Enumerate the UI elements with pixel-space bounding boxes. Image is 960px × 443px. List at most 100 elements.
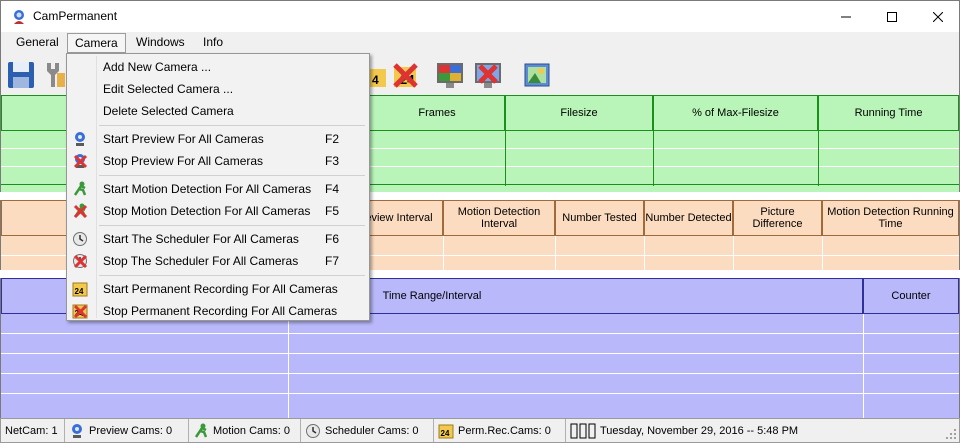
table-row[interactable] (1, 334, 959, 354)
table-row[interactable] (1, 354, 959, 374)
preview-start-icon (75, 132, 85, 146)
scheduler-start-icon (73, 232, 87, 246)
column-divider (653, 131, 654, 186)
column-divider (443, 236, 444, 270)
status-scheduler: Scheduler Cams: 0 (301, 419, 434, 442)
menu-shortcut: F3 (325, 154, 340, 168)
menu-windows[interactable]: Windows (129, 33, 192, 53)
column-number-tested[interactable]: Number Tested (555, 200, 644, 236)
status-preview: Preview Cams: 0 (65, 419, 189, 442)
menu-start-preview[interactable]: Start Preview For All Cameras F2 (67, 128, 369, 150)
menu-stop-recording[interactable]: 24 Stop Permanent Recording For All Came… (67, 300, 369, 322)
column-number-detected[interactable]: Number Detected (644, 200, 733, 236)
status-scheduler-text: Scheduler Cams: 0 (325, 424, 419, 437)
column-divider (818, 131, 819, 186)
column-divider (733, 236, 734, 270)
column-picture-difference[interactable]: Picture Difference (733, 200, 822, 236)
menu-label: Start The Scheduler For All Cameras (103, 232, 299, 246)
menu-separator (99, 125, 365, 126)
monitor-close-icon[interactable] (472, 59, 504, 91)
menu-label: Stop Motion Detection For All Cameras (103, 204, 311, 218)
menu-label: Add New Camera ... (103, 60, 212, 74)
status-motion: Motion Cams: 0 (189, 419, 301, 442)
status-netcam: NetCam: 1 (1, 419, 65, 442)
status-permrec-text: Perm.Rec.Cams: 0 (458, 424, 551, 437)
settings-wrench-icon[interactable] (41, 59, 65, 91)
picture-viewer-icon[interactable] (521, 59, 553, 91)
table-row[interactable] (1, 394, 959, 418)
column-divider (288, 314, 289, 418)
menu-start-scheduler[interactable]: Start The Scheduler For All Cameras F6 (67, 228, 369, 250)
menu-label: Start Preview For All Cameras (103, 132, 264, 146)
menu-shortcut: F6 (325, 232, 340, 246)
monitor-grid-icon[interactable] (434, 59, 466, 91)
menu-shortcut: F2 (325, 132, 340, 146)
resize-grip-icon[interactable] (945, 428, 957, 440)
menu-stop-scheduler[interactable]: Stop The Scheduler For All Cameras F7 (67, 250, 369, 272)
scheduler-stop-icon (73, 254, 88, 269)
column-max-filesize[interactable]: % of Max-Filesize (653, 95, 818, 131)
webcam-icon (72, 423, 82, 438)
status-datetime-text: Tuesday, November 29, 2016 -- 5:48 PM (600, 424, 799, 437)
minimize-icon (841, 16, 851, 17)
table-row[interactable] (1, 374, 959, 394)
menu-delete-camera[interactable]: Delete Selected Camera (67, 100, 369, 122)
recording-24-icon: 24 (438, 424, 454, 438)
motion-runner-icon (194, 423, 208, 438)
column-divider (822, 236, 823, 270)
status-motion-text: Motion Cams: 0 (213, 424, 291, 437)
menu-separator (99, 225, 365, 226)
menu-shortcut: F4 (325, 182, 340, 196)
app-webcam-icon (14, 10, 24, 24)
column-divider (505, 131, 506, 186)
camera-menu-dropdown: Add New Camera ... Edit Selected Camera … (66, 53, 370, 321)
recording-start-icon: 24 (72, 282, 88, 297)
column-divider (644, 236, 645, 270)
close-icon (933, 11, 943, 22)
column-counter[interactable]: Counter (863, 278, 959, 314)
menu-stop-motion[interactable]: Stop Motion Detection For All Cameras F5 (67, 200, 369, 222)
menu-label: Start Permanent Recording For All Camera… (103, 282, 338, 296)
svg-text:24: 24 (441, 429, 450, 438)
column-divider (555, 236, 556, 270)
menu-label: Stop Preview For All Cameras (103, 154, 264, 168)
save-icon[interactable] (5, 59, 37, 91)
svg-text:24: 24 (75, 287, 84, 296)
clock-icon (306, 423, 320, 438)
menu-label: Stop Permanent Recording For All Cameras (103, 304, 338, 318)
panel-separator-icon (570, 423, 596, 438)
menu-add-camera[interactable]: Add New Camera ... (67, 56, 369, 78)
window-title: CamPermanent (33, 9, 118, 23)
close-button[interactable] (915, 1, 960, 32)
column-filesize[interactable]: Filesize (505, 95, 653, 131)
title-bar: CamPermanent (0, 0, 960, 32)
menu-label: Stop The Scheduler For All Cameras (103, 254, 299, 268)
svg-text:4: 4 (372, 73, 379, 87)
status-datetime: Tuesday, November 29, 2016 -- 5:48 PM (566, 419, 816, 442)
menu-stop-preview[interactable]: Stop Preview For All Cameras F3 (67, 150, 369, 172)
menu-edit-camera[interactable]: Edit Selected Camera ... (67, 78, 369, 100)
column-motion-interval[interactable]: Motion Detection Interval (443, 200, 555, 236)
menu-shortcut: F5 (325, 204, 340, 218)
recording-stop-icon: 24 (72, 304, 88, 319)
menu-separator (99, 275, 365, 276)
menu-general[interactable]: General (9, 33, 66, 53)
motion-start-icon (73, 181, 87, 196)
recording-partial-icon[interactable]: 4 (368, 59, 388, 91)
maximize-button[interactable] (869, 1, 915, 32)
status-bar: NetCam: 1 Preview Cams: 0 Motion Cams: 0… (0, 418, 960, 443)
menu-info[interactable]: Info (196, 33, 230, 53)
menu-label: Edit Selected Camera ... (103, 82, 234, 96)
menu-label: Start Motion Detection For All Cameras (103, 182, 312, 196)
stop-recording-icon[interactable]: 24 (390, 59, 422, 91)
menu-camera[interactable]: Camera (67, 33, 126, 53)
minimize-button[interactable] (823, 1, 869, 32)
menu-start-recording[interactable]: 24 Start Permanent Recording For All Cam… (67, 278, 369, 300)
menu-start-motion[interactable]: Start Motion Detection For All Cameras F… (67, 178, 369, 200)
column-frames[interactable]: Frames (369, 95, 505, 131)
motion-stop-icon (73, 203, 88, 219)
column-running-time[interactable]: Running Time (818, 95, 959, 131)
status-preview-text: Preview Cams: 0 (89, 424, 173, 437)
maximize-icon (887, 11, 897, 22)
column-motion-running-time[interactable]: Motion Detection Running Time (822, 200, 959, 236)
